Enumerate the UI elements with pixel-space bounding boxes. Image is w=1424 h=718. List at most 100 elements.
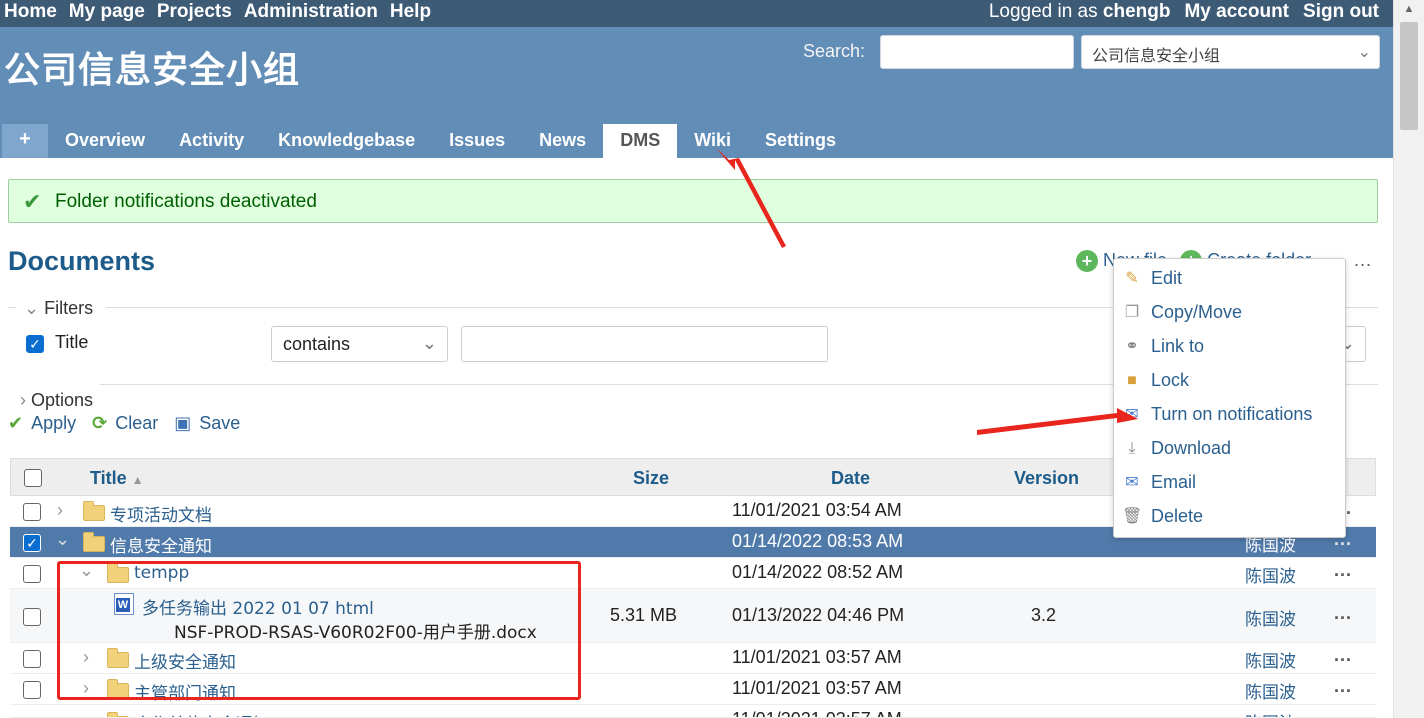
- row-checkbox[interactable]: [23, 565, 41, 583]
- table-row[interactable]: 合作单位安全通知 11/01/2021 03:57 AM 陈国波: [10, 705, 1376, 718]
- project-jump-select[interactable]: 公司信息安全小组 ⌄: [1081, 35, 1380, 69]
- tab-activity[interactable]: Activity: [162, 124, 261, 158]
- tab-overview[interactable]: Overview: [48, 124, 162, 158]
- menu-item-copy-move[interactable]: ❐ Copy/Move: [1122, 302, 1242, 332]
- column-size[interactable]: Size: [633, 468, 669, 489]
- row-name[interactable]: 合作单位安全通知: [134, 710, 270, 717]
- column-title[interactable]: Title ▲: [90, 468, 144, 489]
- row-date: 01/14/2022 08:53 AM: [732, 531, 904, 551]
- row-author[interactable]: 陈国波: [1245, 562, 1296, 587]
- chevron-down-icon[interactable]: ⌄: [55, 529, 70, 550]
- row-checkbox[interactable]: [23, 503, 41, 521]
- filter-operator-select[interactable]: contains ⌄: [271, 326, 448, 362]
- apply-label: Apply: [31, 413, 77, 433]
- chevron-right-icon[interactable]: ›: [57, 500, 63, 521]
- tab-knowledgebase[interactable]: Knowledgebase: [261, 124, 432, 158]
- column-date[interactable]: Date: [831, 468, 870, 489]
- row-more-button[interactable]: ...: [1334, 676, 1352, 697]
- logged-in-prefix: Logged in as: [988, 1, 1098, 22]
- menu-item-turn-on-notifications[interactable]: ✉ Turn on notifications: [1122, 404, 1312, 434]
- folder-icon: [83, 532, 105, 554]
- row-checkbox[interactable]: [23, 608, 41, 626]
- row-author[interactable]: 陈国波: [1245, 605, 1296, 630]
- flash-notice-text: Folder notifications deactivated: [55, 191, 317, 212]
- column-title-label: Title: [90, 468, 127, 488]
- folder-icon: [83, 501, 105, 523]
- apply-button[interactable]: ✔ Apply: [8, 413, 76, 434]
- project-jump-value: 公司信息安全小组: [1092, 46, 1221, 65]
- row-version: 3.2: [1031, 605, 1057, 625]
- tab-new[interactable]: +: [2, 124, 48, 158]
- tab-wiki[interactable]: Wiki: [677, 124, 748, 158]
- filter-value-input[interactable]: [461, 326, 828, 362]
- reload-icon: ⟳: [92, 413, 108, 433]
- row-checkbox[interactable]: [23, 681, 41, 699]
- menu-item-edit[interactable]: ✎ Edit: [1122, 268, 1182, 298]
- tab-settings[interactable]: Settings: [748, 124, 853, 158]
- row-date: 01/14/2022 08:52 AM: [732, 562, 904, 582]
- row-author[interactable]: 陈国波: [1245, 678, 1296, 703]
- vertical-scrollbar[interactable]: ▲: [1393, 0, 1424, 718]
- options-legend[interactable]: › Options: [20, 390, 93, 411]
- pencil-icon: ✎: [1125, 270, 1139, 288]
- row-checkbox[interactable]: ✓: [23, 534, 41, 552]
- search-label: Search:: [803, 41, 866, 61]
- trash-icon: 🗑: [1122, 508, 1143, 526]
- row-name[interactable]: 信息安全通知: [110, 532, 212, 557]
- row-name[interactable]: 专项活动文档: [110, 501, 212, 526]
- add-icon[interactable]: +: [1076, 250, 1098, 273]
- checkmark-icon: ✔: [23, 189, 42, 214]
- my-account-link[interactable]: My account: [1184, 1, 1289, 23]
- row-size: 5.31 MB: [610, 605, 678, 625]
- menu-item-link-to-label: Link to: [1151, 336, 1205, 356]
- scroll-thumb[interactable]: [1400, 22, 1418, 130]
- tab-dms[interactable]: DMS: [603, 124, 678, 158]
- scroll-up-arrow-icon[interactable]: ▲: [1394, 0, 1424, 20]
- row-more-button[interactable]: ...: [1334, 603, 1352, 624]
- checkmark-icon: ✔: [8, 413, 24, 433]
- filters-legend-label: Filters: [44, 298, 94, 318]
- save-button[interactable]: ▣ Save: [174, 413, 240, 434]
- tab-news[interactable]: News: [522, 124, 603, 158]
- user-link[interactable]: chengb: [1103, 1, 1171, 22]
- row-date: 11/01/2021 03:54 AM: [732, 500, 902, 520]
- menu-item-turn-on-notifications-label: Turn on notifications: [1151, 404, 1313, 424]
- top-menu-projects[interactable]: Projects: [157, 1, 232, 23]
- menu-item-link-to[interactable]: ⚭ Link to: [1122, 336, 1204, 366]
- top-menu-help[interactable]: Help: [390, 1, 431, 23]
- top-menu-my-page[interactable]: My page: [69, 1, 145, 23]
- clear-label: Clear: [115, 413, 159, 433]
- top-menu-administration[interactable]: Administration: [244, 1, 378, 23]
- filters-legend[interactable]: ⌄ Filters: [24, 298, 93, 319]
- options-legend-label: Options: [31, 390, 94, 410]
- chevron-down-icon: ⌄: [1357, 42, 1371, 61]
- search-input[interactable]: [880, 35, 1074, 69]
- column-version[interactable]: Version: [1014, 468, 1079, 489]
- sign-out-link[interactable]: Sign out: [1303, 1, 1379, 23]
- main-tabs: + Overview Activity Knowledgebase Issues…: [2, 124, 853, 158]
- menu-item-download[interactable]: ⤓ Download: [1122, 438, 1231, 468]
- lock-icon: ■: [1127, 372, 1137, 390]
- tab-issues[interactable]: Issues: [432, 124, 522, 158]
- row-more-button[interactable]: ...: [1334, 560, 1352, 581]
- chevron-down-icon: ⌄: [24, 298, 40, 318]
- row-checkbox[interactable]: [23, 650, 41, 668]
- logged-in-as: Logged in as chengb: [989, 1, 1171, 23]
- filter-title-checkbox[interactable]: ✓: [26, 335, 44, 353]
- row-author[interactable]: 陈国波: [1245, 647, 1296, 672]
- menu-item-lock[interactable]: ■ Lock: [1122, 370, 1189, 400]
- row-author[interactable]: 陈国波: [1245, 709, 1296, 717]
- menu-item-email[interactable]: ✉ Email: [1122, 472, 1196, 502]
- more-actions-button[interactable]: ...: [1354, 250, 1372, 271]
- row-date: 01/13/2022 04:46 PM: [732, 605, 905, 625]
- menu-item-delete[interactable]: 🗑 Delete: [1122, 506, 1203, 536]
- top-menu-home[interactable]: Home: [4, 1, 57, 23]
- clear-button[interactable]: ⟳ Clear: [92, 413, 158, 434]
- top-menu: Home My page Projects Administration Hel…: [0, 0, 1393, 27]
- menu-item-lock-label: Lock: [1151, 370, 1190, 390]
- row-date: 11/01/2021 03:57 AM: [732, 647, 902, 667]
- row-more-button[interactable]: ...: [1334, 645, 1352, 666]
- project-title: 公司信息安全小组: [4, 50, 301, 91]
- select-all-checkbox[interactable]: [24, 469, 42, 487]
- filter-title-label: Title: [55, 332, 89, 352]
